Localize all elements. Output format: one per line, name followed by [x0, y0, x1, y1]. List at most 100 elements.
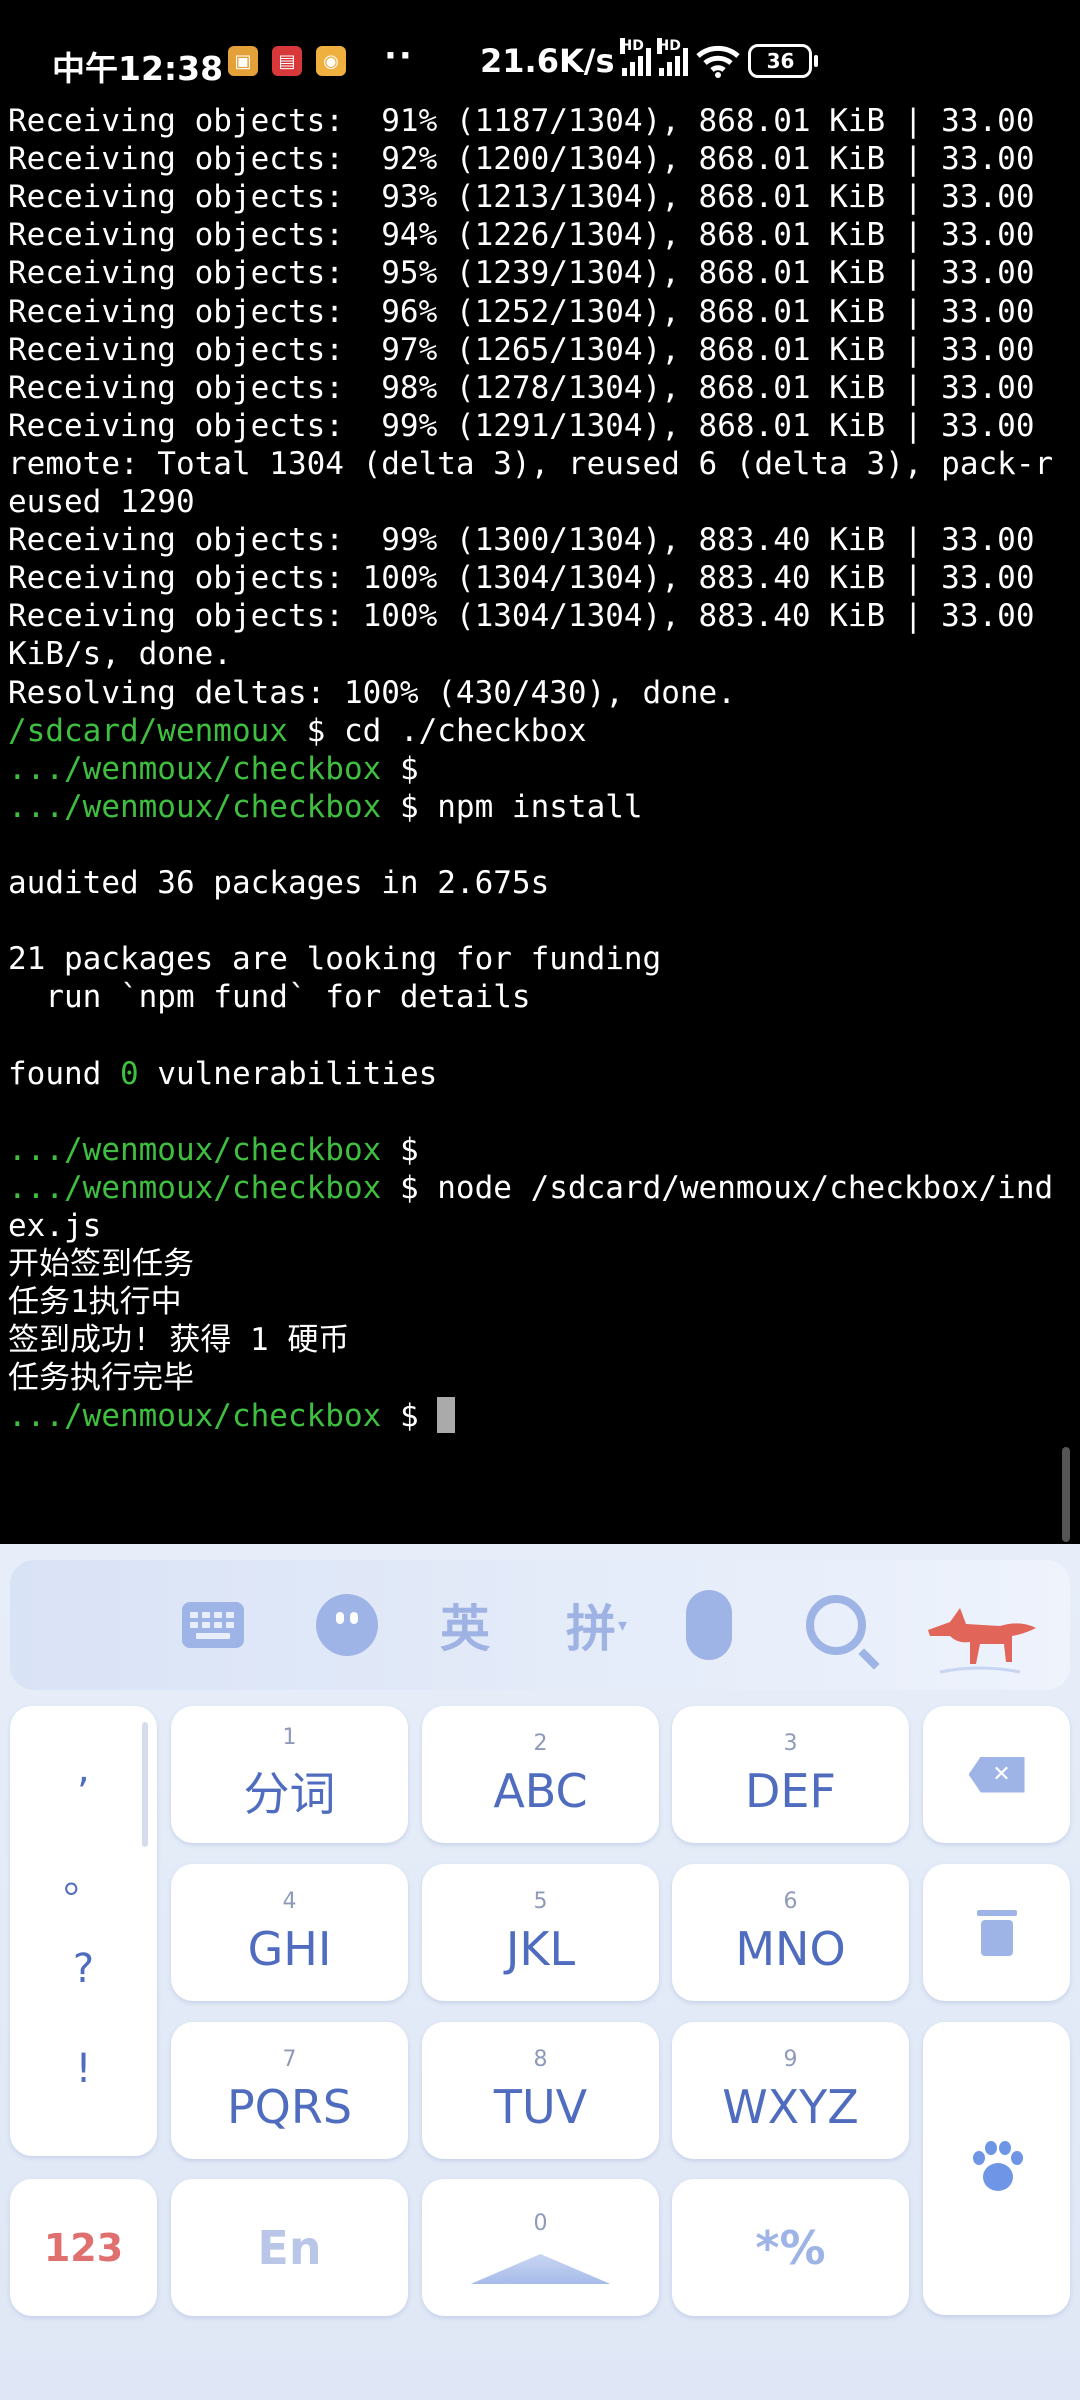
punctuation-key[interactable]: 。	[10, 1846, 157, 1904]
key-4[interactable]: 4 GHI	[171, 1864, 408, 2001]
terminal-line: /sdcard/wenmoux $ cd ./checkbox	[8, 712, 587, 750]
punctuation-key[interactable]: !	[10, 2046, 157, 2092]
terminal-cursor	[437, 1397, 456, 1434]
space-button[interactable]: 0	[422, 2179, 659, 2316]
trash-icon	[976, 1909, 1017, 1956]
punctuation-key[interactable]: ,	[10, 1746, 157, 1792]
more-notifications-dots: ··	[384, 36, 414, 76]
prompt-path: .../wenmoux/checkbox	[8, 750, 382, 787]
terminal-line: 开始签到任务	[8, 1245, 194, 1283]
terminal-text: $	[381, 750, 419, 787]
terminal-line: Resolving deltas: 100% (430/430), done.	[8, 674, 736, 712]
terminal-line: 任务执行完毕	[8, 1359, 194, 1397]
punctuation-list[interactable]: , 。 ? !	[10, 1706, 157, 2156]
key-label: MNO	[735, 1922, 846, 1976]
terminal-text: Receiving objects: 93% (1213/1304), 868.…	[8, 179, 1035, 216]
symbol-button[interactable]: *%	[672, 2179, 909, 2316]
terminal-text: 任务执行完毕	[8, 1360, 194, 1397]
search-button[interactable]	[806, 1590, 866, 1660]
enter-button[interactable]	[923, 2022, 1070, 2315]
emoji-button[interactable]	[316, 1590, 378, 1660]
hd-label: HD	[657, 38, 681, 54]
terminal-text: $	[381, 1131, 419, 1168]
terminal-text: Receiving objects: 91% (1187/1304), 868.…	[8, 103, 1035, 139]
battery-icon: 36	[748, 44, 819, 78]
app-notification-icon: ▤	[272, 46, 302, 76]
prompt-path: .../wenmoux/checkbox	[8, 1131, 382, 1168]
terminal-line: eused 1290	[8, 483, 195, 521]
terminal-text: run `npm fund` for details	[8, 979, 531, 1016]
terminal-text: remote: Total 1304 (delta 3), reused 6 (…	[8, 445, 1054, 482]
terminal-line: 21 packages are looking for funding	[8, 940, 661, 978]
prompt-path: .../wenmoux/checkbox	[8, 788, 382, 825]
terminal-line: remote: Total 1304 (delta 3), reused 6 (…	[8, 445, 1053, 483]
status-indicators: 21.6K/s HD HD 36	[480, 38, 819, 80]
terminal-line: Receiving objects: 91% (1187/1304), 868.…	[8, 102, 1035, 140]
key-number: 4	[282, 1889, 297, 1914]
key-label: *%	[755, 2220, 826, 2275]
key-number: 6	[783, 1889, 798, 1914]
key-label: TUV	[493, 2080, 588, 2134]
terminal-line: .../wenmoux/checkbox $	[8, 1397, 456, 1435]
key-3[interactable]: 3 DEF	[672, 1706, 909, 1843]
clear-button[interactable]	[923, 1864, 1070, 2001]
key-6[interactable]: 6 MNO	[672, 1864, 909, 2001]
voice-input-button[interactable]	[686, 1590, 732, 1660]
mic-icon	[686, 1590, 732, 1660]
status-bar: 中午12:38 ▣ ▤ ◉ ·· 21.6K/s HD HD 36	[0, 0, 1080, 100]
backspace-button[interactable]: ✕	[923, 1706, 1070, 1843]
key-9[interactable]: 9 WXYZ	[672, 2022, 909, 2159]
key-1[interactable]: 1 分词	[171, 1706, 408, 1843]
english-mode-button[interactable]: 英	[440, 1590, 490, 1660]
english-switch-button[interactable]: En	[171, 2179, 408, 2316]
terminal-text: $ node /sdcard/wenmoux/checkbox/ind	[381, 1169, 1054, 1206]
key-number: 5	[533, 1889, 548, 1914]
terminal-line: found 0 vulnerabilities	[8, 1055, 437, 1093]
key-7[interactable]: 7 PQRS	[171, 2022, 408, 2159]
terminal-text: Receiving objects: 95% (1239/1304), 868.…	[8, 255, 1035, 292]
emoji-face-icon	[316, 1594, 378, 1656]
prompt-path: /sdcard/wenmoux	[8, 712, 288, 749]
punctuation-key[interactable]: ?	[10, 1946, 157, 1992]
terminal-text: KiB/s, done.	[8, 636, 232, 673]
number-mode-button[interactable]: 123	[10, 2179, 157, 2316]
key-label: WXYZ	[722, 2080, 859, 2134]
terminal-line: Receiving objects: 99% (1291/1304), 868.…	[8, 407, 1035, 445]
prompt-path: 0	[119, 1055, 139, 1092]
terminal-line: Receiving objects: 94% (1226/1304), 868.…	[8, 216, 1035, 254]
terminal-output[interactable]: Receiving objects: 91% (1187/1304), 868.…	[0, 100, 1080, 1544]
ime-keyboard: 英 拼 ▾ , 。 ? ! 1 分词 2 ABC 3 DEF ✕ 4 GHI 5…	[0, 1544, 1080, 2400]
terminal-line: .../wenmoux/checkbox $ npm install	[8, 788, 643, 826]
mountain-icon	[470, 2254, 611, 2284]
terminal-text: Receiving objects: 100% (1304/1304), 883…	[8, 560, 1035, 597]
search-icon	[806, 1595, 866, 1655]
key-label: 分词	[243, 1767, 336, 1821]
terminal-text: Receiving objects: 92% (1200/1304), 868.…	[8, 141, 1035, 178]
terminal-text: audited 36 packages in 2.675s	[8, 865, 550, 901]
terminal-text: $	[381, 1398, 438, 1435]
app-notification-icon: ◉	[316, 46, 346, 76]
pinyin-label: 拼	[566, 1600, 616, 1658]
app-notification-icon: ▣	[228, 46, 258, 76]
key-label: En	[257, 2220, 322, 2275]
network-speed: 21.6K/s	[480, 42, 615, 80]
terminal-scrollbar[interactable]	[1062, 1447, 1070, 1542]
key-label: 123	[43, 2225, 124, 2270]
terminal-text: $ cd ./checkbox	[287, 712, 587, 749]
keyboard-switch-button[interactable]	[182, 1590, 244, 1660]
key-8[interactable]: 8 TUV	[422, 2022, 659, 2159]
key-5[interactable]: 5 JKL	[422, 1864, 659, 2001]
key-number: 2	[533, 1731, 548, 1756]
key-number: 8	[533, 2047, 548, 2072]
clock: 中午12:38	[52, 49, 224, 88]
hd-label: HD	[620, 38, 644, 54]
pinyin-mode-button[interactable]: 拼 ▾	[566, 1590, 627, 1660]
terminal-line: KiB/s, done.	[8, 635, 232, 673]
key-number: 7	[282, 2047, 297, 2072]
key-2[interactable]: 2 ABC	[422, 1706, 659, 1843]
terminal-line: 任务1执行中	[8, 1283, 182, 1321]
terminal-line: .../wenmoux/checkbox $ node /sdcard/wenm…	[8, 1169, 1053, 1207]
prompt-path: .../wenmoux/checkbox	[8, 1169, 382, 1206]
wifi-icon	[696, 45, 741, 78]
terminal-text: 开始签到任务	[8, 1246, 194, 1282]
